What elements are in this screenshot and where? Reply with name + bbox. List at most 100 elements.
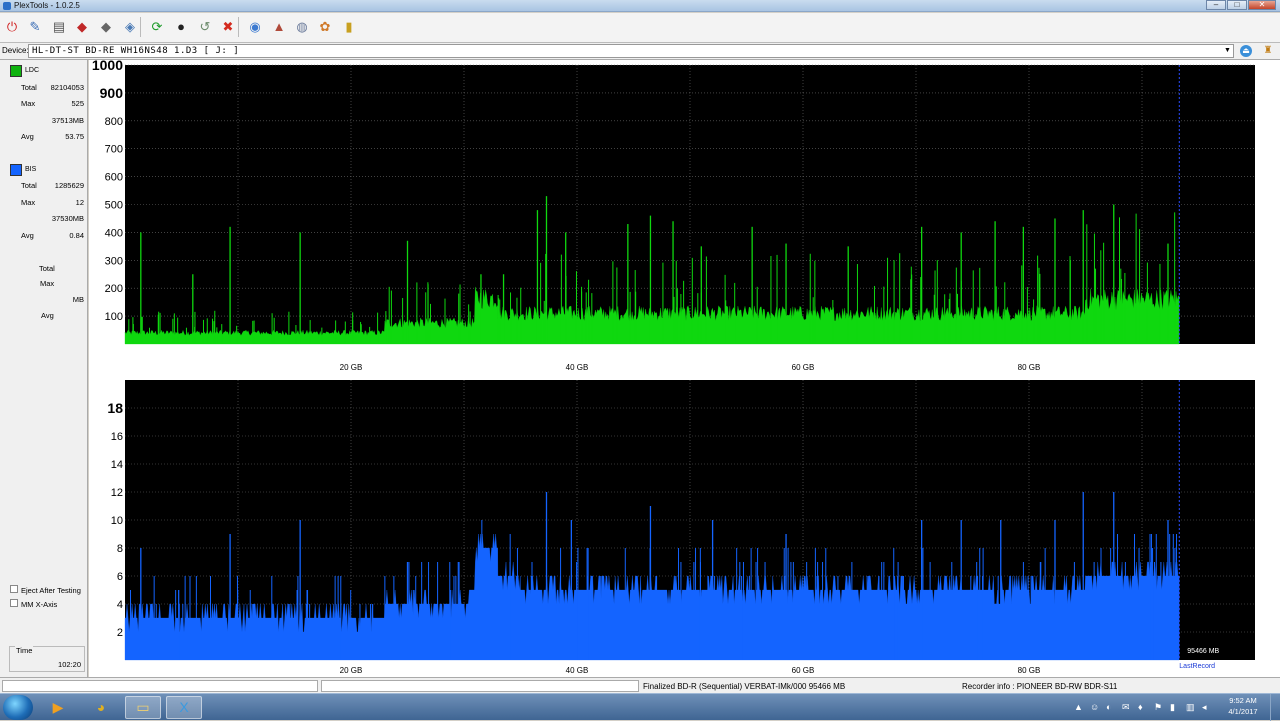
- ldc-y-tick-label: 900: [100, 85, 124, 101]
- bis-legend-swatch: [10, 164, 22, 176]
- ldc-y-tick-label: 500: [105, 200, 123, 212]
- time-box: Time 102:20: [9, 646, 85, 672]
- clock-time: 9:52 AM: [1229, 696, 1257, 705]
- up-arrow-icon[interactable]: ▲: [1074, 701, 1083, 713]
- last-record-label: LastRecord: [1179, 663, 1215, 670]
- help-icon[interactable]: ▮: [340, 18, 358, 36]
- clock-date: 4/1/2017: [1228, 707, 1258, 716]
- ldc-y-tick-label: 100: [105, 311, 123, 323]
- device-select[interactable]: HL-DT-ST BD-RE WH16NS48 1.D3 [ J: ]: [28, 44, 1234, 58]
- bis-y-tick-label: 4: [117, 599, 123, 611]
- title-bar: PlexTools - 1.0.2.5 – □ ✕: [0, 0, 1280, 12]
- explorer-icon[interactable]: ▭: [125, 696, 161, 719]
- bis-x-tick-label: 20 GB: [340, 666, 363, 675]
- bis-legend-label: BIS: [25, 166, 37, 173]
- chevron-down-icon[interactable]: ▼: [1222, 45, 1233, 56]
- media-player-icon[interactable]: ▶: [40, 696, 76, 719]
- ldc-x-tick-label: 80 GB: [1018, 363, 1041, 372]
- bis-y-tick-label: 2: [117, 627, 123, 639]
- ldc-legend-swatch: [10, 65, 22, 77]
- app-icon: [3, 2, 11, 10]
- chat-icon[interactable]: ✉: [1122, 701, 1130, 713]
- plextools-icon[interactable]: X: [166, 696, 202, 719]
- bis-avg-label: Avg: [21, 231, 34, 240]
- ldc-y-tick-label: 400: [105, 227, 123, 239]
- wizard-icon[interactable]: ✎: [26, 18, 44, 36]
- start-button[interactable]: [3, 695, 33, 720]
- refresh-icon[interactable]: ⟳: [148, 18, 166, 36]
- lock-icon[interactable]: ♜: [1262, 45, 1274, 57]
- eject-after-testing-checkbox[interactable]: [10, 585, 18, 593]
- shield-icon[interactable]: ♦: [1138, 701, 1143, 713]
- erase-icon[interactable]: ↺: [196, 18, 214, 36]
- battery-icon[interactable]: ▮: [1170, 701, 1175, 713]
- mm-x-axis-checkbox[interactable]: [10, 599, 18, 607]
- bis-y-tick-label: 6: [117, 571, 123, 583]
- ldc-y-tick-label: 1000: [92, 60, 123, 73]
- status-field: [321, 680, 639, 692]
- mm-x-axis-label: MM X-Axis: [21, 600, 58, 609]
- disc-icon[interactable]: ●: [172, 18, 190, 36]
- ldc-legend-label: LDC: [25, 67, 40, 74]
- bis-max-position: 37530MB: [51, 214, 84, 223]
- read-icon[interactable]: ◆: [97, 18, 115, 36]
- ldc-y-tick-label: 800: [105, 116, 123, 128]
- volume-icon[interactable]: ◂: [1202, 701, 1207, 713]
- scan-icon[interactable]: ◉: [246, 18, 264, 36]
- power-icon[interactable]: ⏻: [3, 18, 21, 36]
- charts-svg: 1000 900 800 700 600 500 400 300 200 100 20 GB 40 G…: [92, 57, 1255, 675]
- bis-end-label: 95466 MB: [1187, 648, 1219, 655]
- ldc-avg-label: Avg: [21, 132, 34, 141]
- third-total-label: Total: [39, 264, 55, 273]
- toolbar-separator: [238, 17, 239, 37]
- ldc-x-tick-label: 60 GB: [792, 363, 815, 372]
- window-title: PlexTools - 1.0.2.5: [14, 1, 80, 10]
- stats-panel: LDC Total 82104053 Max 525 37513MB Avg 5…: [0, 60, 88, 677]
- bis-y-tick-label: 12: [111, 487, 123, 499]
- bis-max-label: Max: [21, 198, 36, 207]
- ldc-x-tick-label: 40 GB: [566, 363, 589, 372]
- ldc-y-tick-label: 200: [105, 283, 123, 295]
- chrome-icon[interactable]: ◕: [83, 696, 119, 719]
- ldc-total-label: Total: [21, 83, 37, 92]
- bis-x-tick-label: 80 GB: [1018, 666, 1041, 675]
- close-button[interactable]: ✕: [1248, 0, 1276, 10]
- third-avg-label: Avg: [41, 311, 54, 320]
- bis-total-value: 1285629: [54, 181, 84, 190]
- eject-icon[interactable]: ⏏: [1240, 45, 1252, 57]
- bis-x-tick-label: 60 GB: [792, 666, 815, 675]
- report-icon[interactable]: ▲: [270, 18, 288, 36]
- third-mb-label: MB: [72, 295, 84, 304]
- copy-icon[interactable]: ◈: [121, 18, 139, 36]
- globe-icon[interactable]: ✿: [316, 18, 334, 36]
- drive-info-icon[interactable]: ▤: [50, 18, 68, 36]
- write-icon[interactable]: ◆: [73, 18, 91, 36]
- ldc-y-tick-label: 700: [105, 144, 123, 156]
- settings-icon[interactable]: ◍: [293, 18, 311, 36]
- show-desktop-button[interactable]: [1270, 694, 1280, 721]
- time-value: 102:20: [58, 660, 81, 669]
- eject-after-testing-label: Eject After Testing: [21, 586, 81, 595]
- bis-y-tick-label: 10: [111, 515, 123, 527]
- ldc-max-label: Max: [21, 99, 36, 108]
- minimize-button[interactable]: –: [1206, 0, 1226, 10]
- ldc-avg-value: 53.75: [65, 132, 84, 141]
- bis-avg-value: 0.84: [69, 231, 84, 240]
- bis-y-tick-label: 8: [117, 543, 123, 555]
- chart-area: 1000 900 800 700 600 500 400 300 200 100 20 GB 40 G…: [89, 57, 1280, 677]
- emoji-icon[interactable]: ☺: [1090, 701, 1099, 713]
- time-label: Time: [15, 646, 34, 655]
- network-icon[interactable]: ▥: [1186, 701, 1195, 713]
- toolbar: ⏻ ✎ ▤ ◆ ◆ ◈ ⟳ ● ↺ ✖ ◉ ▲ ◍ ✿ ▮: [0, 13, 1280, 43]
- bis-max-value: 12: [75, 198, 84, 207]
- maximize-button[interactable]: □: [1227, 0, 1247, 10]
- bis-y-tick-label: 16: [111, 431, 123, 443]
- network-status-icon[interactable]: ◐: [1106, 701, 1111, 713]
- stop-icon[interactable]: ✖: [219, 18, 237, 36]
- bis-x-tick-label: 40 GB: [566, 666, 589, 675]
- device-label: Device:: [2, 46, 29, 55]
- status-bar: Finalized BD-R (Sequential) VERBAT-IMk/0…: [0, 677, 1280, 693]
- flag-icon[interactable]: ⚑: [1154, 701, 1162, 713]
- clock[interactable]: 9:52 AM 4/1/2017: [1220, 695, 1266, 717]
- bis-total-label: Total: [21, 181, 37, 190]
